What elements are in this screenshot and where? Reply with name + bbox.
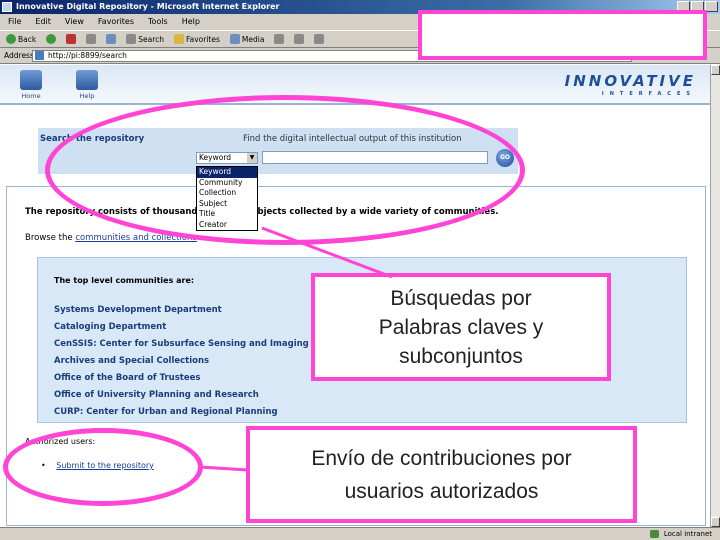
scroll-down-arrow-icon[interactable]: [711, 517, 720, 527]
community-link[interactable]: CURP: Center for Urban and Regional Plan…: [54, 404, 352, 421]
search-panel: Search the repository Find the digital i…: [38, 128, 518, 174]
ie-icon: [2, 2, 12, 12]
question-icon: [76, 70, 98, 90]
callout-submission-line-2: usuarios autorizados: [344, 479, 539, 503]
dropdown-option-keyword[interactable]: Keyword: [197, 167, 257, 178]
search-icon: [126, 34, 137, 44]
favorites-button[interactable]: Favorites: [174, 34, 220, 44]
status-bar: Local intranet: [0, 527, 720, 540]
media-icon: [229, 34, 240, 44]
back-label: Back: [18, 34, 37, 44]
bullet: •: [41, 461, 46, 470]
refresh-icon[interactable]: [86, 34, 97, 44]
home-nav-button[interactable]: Home: [14, 70, 48, 102]
browse-line: Browse the communities and collections: [25, 233, 197, 243]
help-nav-label: Help: [79, 92, 95, 100]
search-hint: Find the digital intellectual output of …: [243, 134, 462, 144]
dropdown-option-subject[interactable]: Subject: [197, 199, 257, 210]
callout-search-line-3: subconjuntos: [399, 344, 523, 368]
community-link[interactable]: Systems Development Department: [54, 302, 352, 319]
menu-help[interactable]: Help: [182, 14, 200, 30]
menu-tools[interactable]: Tools: [148, 14, 168, 30]
community-link[interactable]: Cataloging Department: [54, 319, 352, 336]
address-url: http://pi:8899/search: [48, 51, 127, 60]
mail-icon[interactable]: [294, 34, 305, 44]
scroll-up-arrow-icon[interactable]: [711, 65, 720, 75]
innovative-logo: INNOVATIVE INTERFACES: [565, 72, 696, 97]
callout-submission: Envío de contribuciones por usuarios aut…: [246, 426, 637, 523]
search-label: Search: [138, 34, 164, 44]
community-link[interactable]: Office of University Planning and Resear…: [54, 387, 352, 404]
dropdown-option-title[interactable]: Title: [197, 209, 257, 220]
house-icon: [20, 70, 42, 90]
authorized-users-item: • Submit to the repository: [41, 461, 154, 470]
stop-icon[interactable]: [66, 34, 77, 44]
vertical-scrollbar[interactable]: [710, 65, 720, 527]
callout-search-line-2: Palabras claves y: [378, 315, 544, 339]
star-icon: [174, 34, 184, 44]
search-field-dropdown: Keyword Community Collection Subject Tit…: [196, 166, 258, 231]
browse-prefix: Browse the: [25, 233, 73, 243]
community-link[interactable]: CenSSIS: Center for Subsurface Sensing a…: [54, 336, 352, 353]
authorized-users-label: Authorized users:: [25, 437, 96, 446]
callout-search: Búsquedas por Palabras claves y subconju…: [311, 273, 611, 381]
callout-submission-line-1: Envío de contribuciones por: [311, 446, 572, 470]
intro-text: The repository consists of thousands of …: [25, 207, 499, 217]
media-label: Media: [241, 34, 265, 44]
site-header: Home Help INNOVATIVE INTERFACES: [0, 65, 710, 105]
submit-link[interactable]: Submit to the repository: [56, 461, 154, 470]
window-title: Innovative Digital Repository - Microsof…: [16, 2, 280, 11]
dropdown-option-community[interactable]: Community: [197, 178, 257, 189]
home-icon[interactable]: [106, 34, 117, 44]
browse-communities-link[interactable]: communities and collections: [75, 233, 197, 243]
dropdown-option-collection[interactable]: Collection: [197, 188, 257, 199]
menu-edit[interactable]: Edit: [35, 14, 51, 30]
communities-list: Systems Development Department Catalogin…: [54, 302, 352, 421]
media-button[interactable]: Media: [229, 34, 265, 44]
menu-view[interactable]: View: [65, 14, 84, 30]
chevron-down-icon[interactable]: ▼: [247, 153, 257, 163]
community-link[interactable]: Archives and Special Collections: [54, 353, 352, 370]
search-button[interactable]: Search: [126, 34, 164, 44]
search-input[interactable]: [262, 151, 488, 164]
redaction-box: [418, 10, 707, 60]
print-icon[interactable]: [314, 34, 325, 44]
zone-label: Local intranet: [648, 528, 712, 540]
address-label: Address: [4, 51, 34, 60]
search-title: Search the repository: [40, 134, 145, 144]
favorites-label: Favorites: [186, 34, 220, 44]
menu-file[interactable]: File: [8, 14, 21, 30]
logo-text: INNOVATIVE: [564, 72, 696, 90]
community-link[interactable]: Office of the Board of Trustees: [54, 370, 352, 387]
back-arrow-icon: [6, 34, 16, 44]
search-field-select[interactable]: Keyword ▼: [196, 152, 258, 164]
logo-subtext: INTERFACES: [601, 91, 696, 97]
forward-arrow-icon[interactable]: [46, 34, 57, 44]
home-nav-label: Home: [21, 92, 41, 100]
menu-favorites[interactable]: Favorites: [98, 14, 134, 30]
back-button[interactable]: Back: [6, 34, 36, 44]
selected-search-field: Keyword: [199, 153, 232, 162]
dropdown-option-creator[interactable]: Creator: [197, 220, 257, 231]
page-icon: [35, 51, 44, 60]
go-button[interactable]: GO: [496, 149, 514, 167]
communities-header: The top level communities are:: [54, 276, 195, 285]
history-icon[interactable]: [274, 34, 285, 44]
help-nav-button[interactable]: Help: [70, 70, 104, 102]
callout-search-line-1: Búsquedas por: [390, 286, 532, 310]
